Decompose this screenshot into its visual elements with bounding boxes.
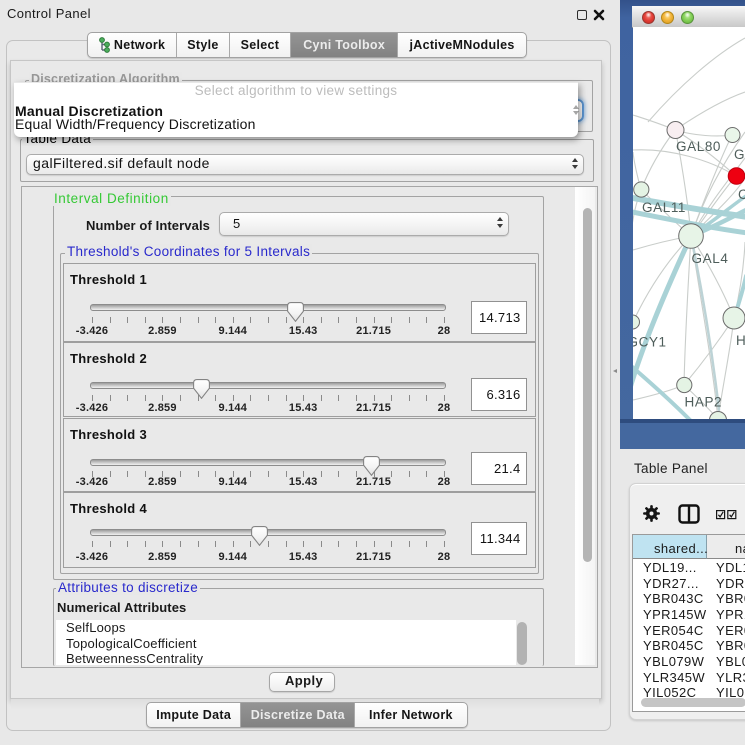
svg-text:GAL4: GAL4 xyxy=(692,251,729,266)
svg-text:CY: CY xyxy=(738,187,745,202)
svg-text:GCY1: GCY1 xyxy=(633,335,667,350)
svg-text:HAP2: HAP2 xyxy=(685,395,723,410)
svg-text:GAL80: GAL80 xyxy=(676,139,721,154)
svg-text:H: H xyxy=(736,333,745,348)
svg-text:GAL11: GAL11 xyxy=(642,200,686,215)
svg-text:GAL1: GAL1 xyxy=(734,147,745,162)
